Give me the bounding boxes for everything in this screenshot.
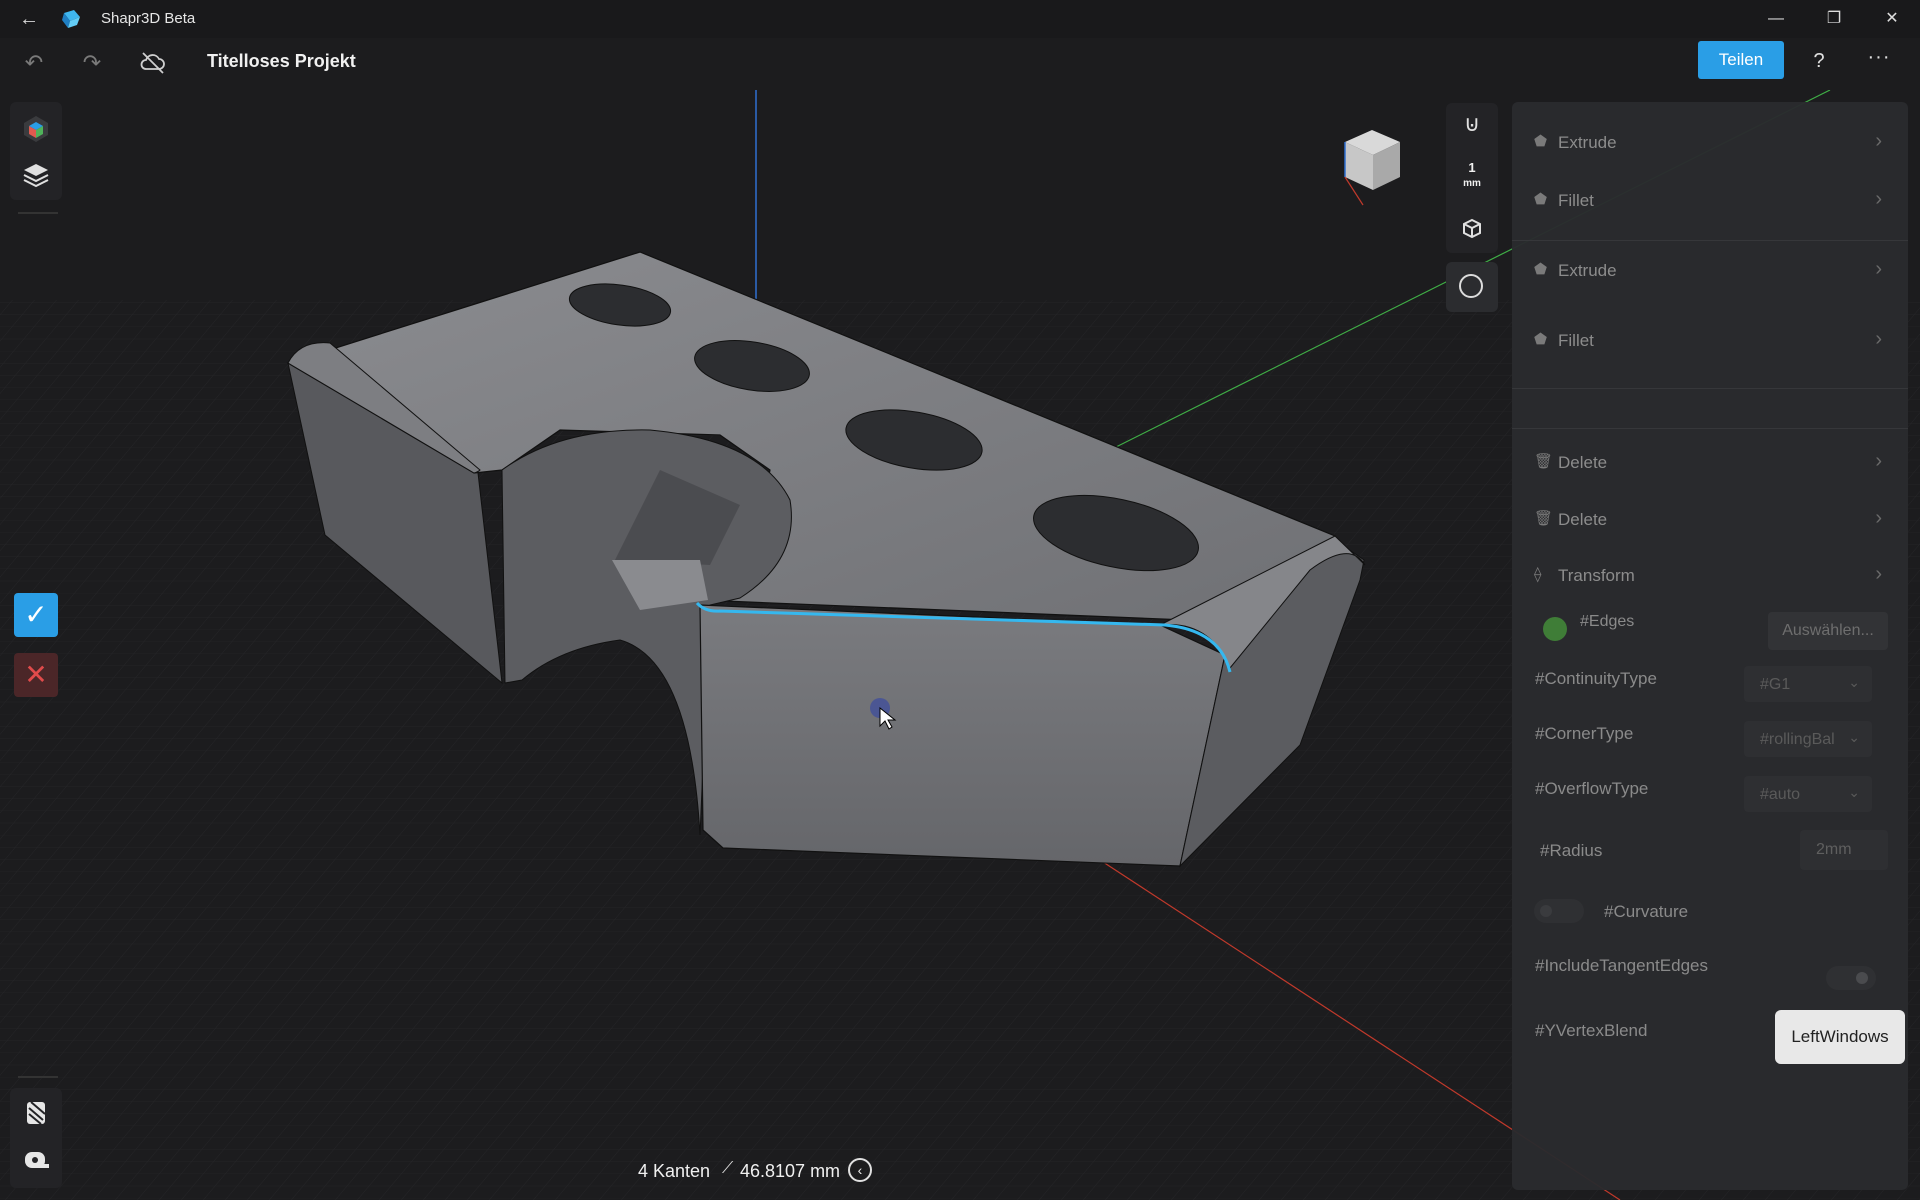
chevron-down-icon: ⌄ bbox=[1848, 674, 1860, 690]
curvature-toggle[interactable] bbox=[1534, 899, 1584, 923]
chevron-down-icon: ⌄ bbox=[1848, 784, 1860, 800]
overflow-type-dropdown[interactable]: #auto ⌄ bbox=[1744, 776, 1872, 812]
yvertex-label: #YVertexBlend bbox=[1535, 1021, 1648, 1040]
select-edges-button[interactable]: Auswählen... bbox=[1768, 612, 1888, 650]
edge-length: 46.8107 mm bbox=[740, 1161, 841, 1181]
fillet-icon: ⬟ bbox=[1534, 191, 1548, 208]
overflow-type-label: #OverflowType bbox=[1535, 779, 1649, 798]
grid-size-value[interactable]: 1 bbox=[1446, 161, 1498, 175]
trash-icon: 🗑 bbox=[1534, 453, 1554, 470]
left-bottom-toolbar bbox=[10, 1088, 62, 1188]
key-tooltip: LeftWindows bbox=[1775, 1010, 1905, 1064]
restore-button[interactable]: ❐ bbox=[1811, 4, 1857, 34]
continuity-label: #ContinuityType bbox=[1535, 669, 1657, 688]
history-item[interactable]: ⬟ Fillet › bbox=[1522, 316, 1898, 366]
app-name: Shapr3D Beta bbox=[101, 10, 196, 27]
separator bbox=[1512, 240, 1908, 241]
project-title[interactable]: Titelloses Projekt bbox=[207, 51, 356, 72]
close-button[interactable]: ✕ bbox=[1869, 4, 1915, 34]
radius-label: #Radius bbox=[1540, 841, 1603, 860]
main-toolbar: ↶ ↷ Titelloses Projekt Teilen ? ··· bbox=[0, 38, 1920, 90]
ruler-icon: ⟋ bbox=[722, 1160, 734, 1177]
include-tangent-label: #IncludeTangentEdges bbox=[1535, 956, 1708, 975]
grid-size-unit: mm bbox=[1463, 178, 1481, 189]
edge-count: 4 Kanten bbox=[638, 1161, 711, 1181]
trash-icon: 🗑 bbox=[1534, 510, 1554, 527]
chevron-right-icon: › bbox=[1875, 258, 1882, 280]
separator bbox=[1512, 428, 1908, 429]
history-item[interactable]: 🗑 Delete › bbox=[1522, 438, 1898, 488]
chevron-right-icon: › bbox=[1875, 563, 1882, 585]
chevron-right-icon: › bbox=[1875, 188, 1882, 210]
tools-icon[interactable] bbox=[21, 114, 51, 144]
history-item[interactable]: ⬟ Extrude › bbox=[1522, 246, 1898, 296]
corner-type-dropdown[interactable]: #rollingBal ⌄ bbox=[1744, 721, 1872, 757]
history-item[interactable]: 🗑 Delete › bbox=[1522, 495, 1898, 545]
clock-icon bbox=[1459, 274, 1483, 298]
layers-icon[interactable] bbox=[21, 160, 51, 190]
chevron-right-icon: › bbox=[1875, 328, 1882, 350]
extrude-icon: ⬟ bbox=[1534, 133, 1548, 150]
curvature-label: #Curvature bbox=[1604, 902, 1689, 921]
left-toolbar bbox=[10, 102, 62, 200]
share-button[interactable]: Teilen bbox=[1698, 41, 1784, 79]
chevron-right-icon: › bbox=[1875, 450, 1882, 472]
view-tools: ⊍ 1 mm bbox=[1446, 103, 1498, 253]
confirm-button[interactable]: ✓ bbox=[14, 593, 58, 637]
chevron-right-icon: › bbox=[1875, 130, 1882, 152]
title-bar: ← Shapr3D Beta — ❐ ✕ bbox=[0, 0, 1920, 38]
toolbar-divider bbox=[18, 212, 58, 214]
redo-icon[interactable]: ↷ bbox=[77, 48, 107, 78]
history-item[interactable]: ⬟ Fillet › bbox=[1522, 176, 1898, 226]
fillet-icon: ⬟ bbox=[1534, 331, 1548, 348]
projection-cube-icon[interactable] bbox=[1459, 215, 1485, 241]
measure-tape-icon[interactable] bbox=[21, 1144, 51, 1174]
body-front-face bbox=[699, 604, 1226, 867]
edges-label: #Edges bbox=[1580, 613, 1635, 630]
radius-input[interactable]: 2mm bbox=[1800, 830, 1888, 870]
history-item[interactable]: ⟠ Transform › bbox=[1522, 551, 1898, 601]
section-view-icon[interactable] bbox=[21, 1098, 51, 1128]
back-arrow-icon[interactable]: ← bbox=[18, 8, 40, 30]
history-item[interactable]: ⬟ Extrude › bbox=[1522, 118, 1898, 168]
magnet-snap-icon[interactable]: ⊍ bbox=[1459, 111, 1485, 137]
history-button[interactable] bbox=[1446, 262, 1498, 312]
edges-indicator bbox=[1543, 617, 1567, 641]
toolbar-divider bbox=[18, 1076, 58, 1078]
separator bbox=[1512, 388, 1908, 389]
more-options-button[interactable]: ··· bbox=[1864, 44, 1894, 74]
include-tangent-toggle[interactable] bbox=[1826, 966, 1876, 990]
help-button[interactable]: ? bbox=[1806, 48, 1832, 74]
app-logo-icon bbox=[62, 10, 80, 28]
extrude-icon: ⬟ bbox=[1534, 261, 1548, 278]
continuity-dropdown[interactable]: #G1 ⌄ bbox=[1744, 666, 1872, 702]
chevron-right-icon: › bbox=[1875, 507, 1882, 529]
cloud-off-icon[interactable] bbox=[139, 50, 167, 76]
undo-icon[interactable]: ↶ bbox=[19, 48, 49, 78]
transform-icon: ⟠ bbox=[1534, 566, 1542, 583]
corner-type-label: #CornerType bbox=[1535, 724, 1634, 743]
cancel-button[interactable]: ✕ bbox=[14, 653, 58, 697]
chevron-down-icon: ⌄ bbox=[1848, 729, 1860, 745]
chevron-left-circle-icon[interactable]: ‹ bbox=[848, 1158, 872, 1182]
minimize-button[interactable]: — bbox=[1753, 4, 1799, 34]
